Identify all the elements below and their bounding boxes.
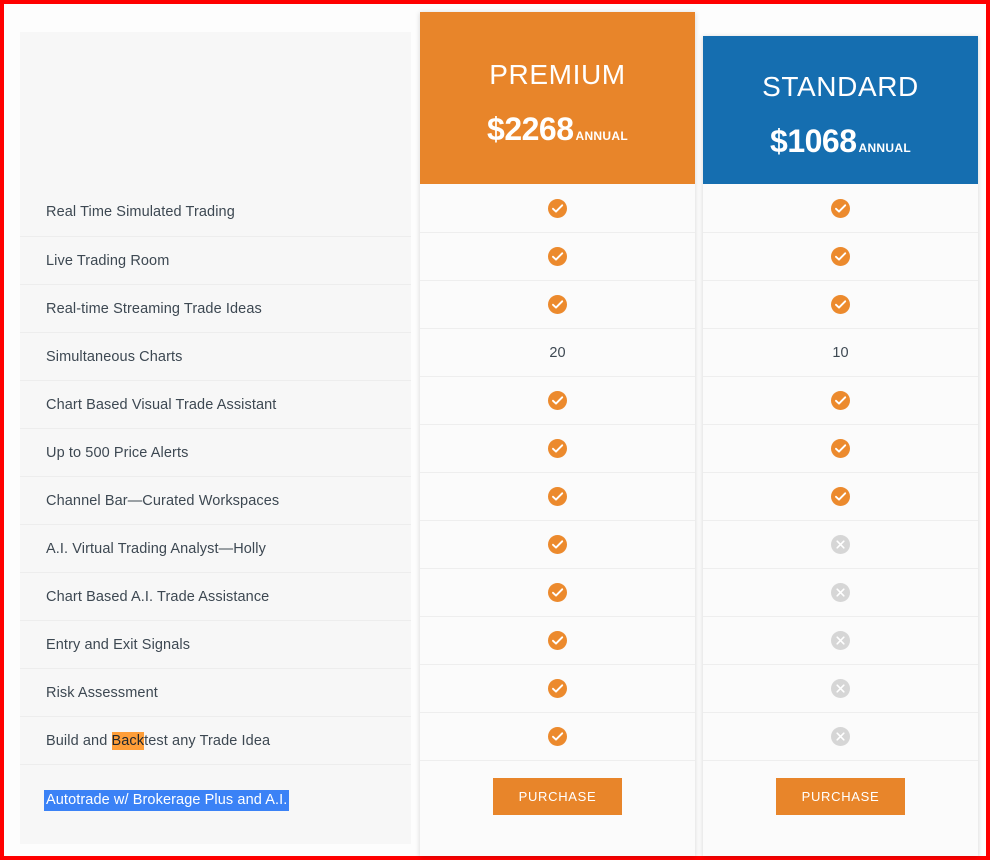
feature-row: Risk Assessment — [20, 668, 411, 716]
plan-value-cell: 20 — [420, 328, 695, 376]
check-circle-icon — [548, 679, 567, 698]
x-circle-icon — [831, 631, 850, 650]
check-circle-icon — [831, 198, 850, 218]
plan-header-standard: STANDARD $1068 ANNUAL — [703, 36, 978, 184]
feature-row: Autotrade w/ Brokerage Plus and A.I. — [20, 764, 411, 836]
plan-cta-cell: PURCHASE — [703, 760, 978, 832]
plan-value-cell: 10 — [703, 328, 978, 376]
check-circle-icon — [548, 247, 567, 266]
plan-value-cell — [703, 472, 978, 520]
feature-label: Live Trading Room — [46, 252, 170, 269]
feature-row: Simultaneous Charts — [20, 332, 411, 380]
plan-value-cell — [420, 568, 695, 616]
plan-value-cell — [703, 424, 978, 472]
plan-value-cell — [420, 616, 695, 664]
check-circle-icon — [548, 295, 567, 314]
plan-value-cell — [703, 616, 978, 664]
plan-value-cell — [420, 184, 695, 232]
plan-value-cell — [420, 280, 695, 328]
feature-row: Up to 500 Price Alerts — [20, 428, 411, 476]
x-circle-icon — [831, 583, 850, 602]
feature-row-list: Real Time Simulated Trading Live Trading … — [20, 188, 411, 836]
feature-label: Simultaneous Charts — [46, 348, 183, 365]
feature-column-header — [20, 32, 411, 188]
feature-label: Up to 500 Price Alerts — [46, 444, 189, 461]
screenshot-frame: Real Time Simulated Trading Live Trading … — [0, 0, 990, 860]
feature-label: Real Time Simulated Trading — [46, 204, 235, 220]
feature-row: Real Time Simulated Trading — [20, 188, 411, 236]
plan-header-premium: PREMIUM $2268 ANNUAL — [420, 12, 695, 184]
plan-value-cell — [420, 424, 695, 472]
plan-name-standard: STANDARD — [762, 71, 919, 102]
feature-row: Channel Bar—Curated Workspaces — [20, 476, 411, 524]
plan-value-cell — [420, 712, 695, 760]
feature-label: Build and Backtest any Trade Idea — [46, 731, 271, 750]
plan-value-cell — [703, 280, 978, 328]
check-circle-icon — [548, 535, 567, 554]
plan-value-cell — [420, 376, 695, 424]
plan-value-cell — [703, 376, 978, 424]
feature-column: Real Time Simulated Trading Live Trading … — [20, 32, 411, 844]
feature-row: Live Trading Room — [20, 236, 411, 284]
plan-values-premium: 20 PURCHASE — [420, 184, 695, 832]
check-circle-icon — [548, 391, 567, 410]
plan-price-standard: $1068 — [770, 122, 857, 159]
feature-label: Chart Based A.I. Trade Assistance — [46, 588, 270, 605]
plan-price-premium: $2268 — [487, 110, 574, 147]
check-circle-icon — [831, 439, 850, 458]
plan-value-cell — [703, 520, 978, 568]
check-circle-icon — [831, 295, 850, 314]
plan-price-line-premium: $2268 ANNUAL — [420, 113, 695, 145]
feature-row: Entry and Exit Signals — [20, 620, 411, 668]
plan-period-premium: ANNUAL — [575, 128, 628, 143]
plan-card-premium: PREMIUM $2268 ANNUAL 20 PURCHASE — [420, 12, 695, 856]
feature-label: Chart Based Visual Trade Assistant — [46, 396, 277, 413]
feature-label: Entry and Exit Signals — [46, 636, 191, 653]
pricing-table: Real Time Simulated Trading Live Trading … — [4, 4, 986, 856]
plan-price-line-standard: $1068 ANNUAL — [703, 125, 978, 157]
find-match-highlight: Back — [111, 731, 145, 750]
x-circle-icon — [831, 535, 850, 554]
plan-value-cell — [703, 184, 978, 232]
plan-value-cell — [703, 568, 978, 616]
feature-row: Real-time Streaming Trade Ideas — [20, 284, 411, 332]
check-circle-icon — [831, 391, 850, 410]
purchase-button-standard[interactable]: PURCHASE — [775, 778, 906, 815]
plan-cta-cell: PURCHASE — [420, 760, 695, 832]
x-circle-icon — [831, 679, 850, 698]
feature-row: Build and Backtest any Trade Idea — [20, 716, 411, 764]
check-circle-icon — [548, 583, 567, 602]
feature-row: A.I. Virtual Trading Analyst—Holly — [20, 524, 411, 572]
plan-value-cell — [703, 712, 978, 760]
check-circle-icon — [548, 727, 567, 746]
plan-value-cell — [420, 664, 695, 712]
plan-value-cell — [420, 472, 695, 520]
feature-label: Channel Bar—Curated Workspaces — [46, 492, 280, 509]
plan-name-premium: PREMIUM — [489, 59, 626, 90]
feature-row: Chart Based Visual Trade Assistant — [20, 380, 411, 428]
purchase-button-premium[interactable]: PURCHASE — [492, 778, 623, 815]
feature-label: A.I. Virtual Trading Analyst—Holly — [46, 540, 266, 557]
plan-values-standard: 10 PURCHASE — [703, 184, 978, 832]
check-circle-icon — [548, 198, 567, 218]
check-circle-icon — [548, 631, 567, 650]
plan-period-standard: ANNUAL — [858, 140, 911, 155]
plan-value-cell — [420, 232, 695, 280]
plan-value-cell — [420, 520, 695, 568]
plan-card-standard: STANDARD $1068 ANNUAL 10 PURCHASE — [703, 36, 978, 856]
check-circle-icon — [831, 247, 850, 266]
check-circle-icon — [548, 487, 567, 506]
feature-label: Real-time Streaming Trade Ideas — [46, 300, 262, 317]
plan-value-cell — [703, 664, 978, 712]
check-circle-icon — [548, 439, 567, 458]
check-circle-icon — [831, 487, 850, 506]
feature-row: Chart Based A.I. Trade Assistance — [20, 572, 411, 620]
feature-label: Risk Assessment — [46, 684, 158, 701]
plan-value-number: 10 — [832, 344, 849, 361]
x-circle-icon — [831, 727, 850, 746]
plan-value-number: 20 — [549, 344, 566, 361]
plan-value-cell — [703, 232, 978, 280]
feature-label-selected: Autotrade w/ Brokerage Plus and A.I. — [44, 790, 290, 811]
